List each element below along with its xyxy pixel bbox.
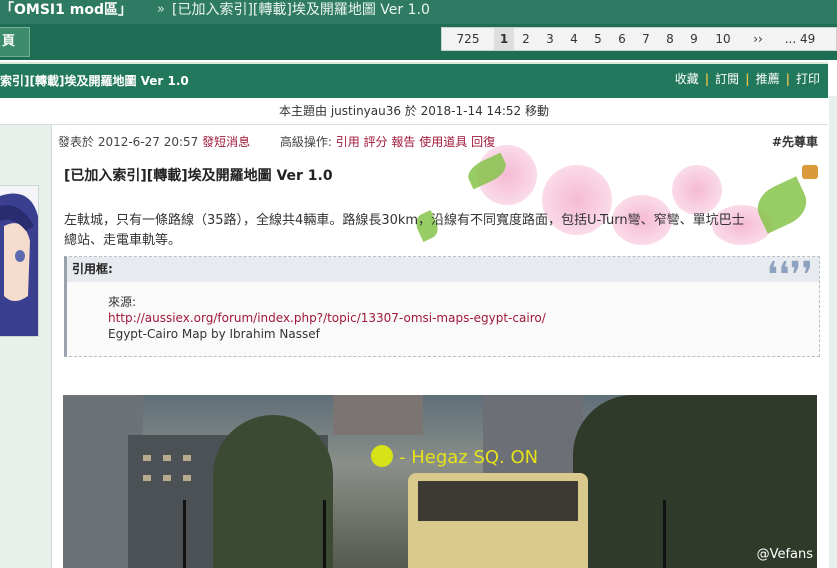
- pager-item[interactable]: 4: [562, 28, 586, 50]
- quote-header: 引用框:: [67, 257, 819, 282]
- pager-item[interactable]: 725: [442, 28, 494, 50]
- post-title: [已加入索引][轉載]埃及開羅地圖 Ver 1.0: [64, 168, 333, 184]
- post-text-line: 左軚城，只有一條路線（35路），全線共4輛車。路線長30km，沿線有不同寬度路面…: [64, 213, 745, 228]
- quote-credit: Egypt-Cairo Map by Ibrahim Nassef: [108, 327, 320, 341]
- reply-link[interactable]: 回復: [471, 135, 495, 149]
- advanced-ops-label: 高級操作:: [279, 135, 332, 149]
- quote-box: 引用框: ❛❛❜❜ 來源: http://aussiex.org/forum/i…: [64, 255, 820, 357]
- post-text: 左軚城，只有一條路線（35路），全線共4輛車。路線長30km，沿線有不同寬度路面…: [64, 211, 814, 251]
- report-link[interactable]: 報告: [391, 135, 415, 149]
- breadcrumb-bar: 「OMSI1 mod區」 » [已加入索引][轉載]埃及開羅地圖 Ver 1.0: [0, 0, 837, 24]
- street-lamp: [323, 500, 326, 568]
- breadcrumb-separator: »: [157, 2, 165, 17]
- pager-item[interactable]: 3: [538, 28, 562, 50]
- avatar[interactable]: [0, 185, 39, 337]
- pager-next[interactable]: ››: [740, 28, 776, 50]
- thread-title-bar: 索引][轉載]埃及開羅地圖 Ver 1.0 收藏 | 訂閱 | 推薦 | 打印: [0, 62, 828, 98]
- flower-decoration: [672, 165, 722, 215]
- toolbar-band: 頁 725 1 2 3 4 5 6 7 8 9 10 ›› ... 49: [0, 24, 837, 60]
- pager-item[interactable]: 10: [706, 28, 740, 50]
- moved-notice: 本主題由 justinyau36 於 2018-1-14 14:52 移動: [0, 98, 828, 125]
- user-sidebar: [0, 125, 52, 568]
- watermark: @Vefans: [756, 547, 813, 562]
- stop-icon: [371, 445, 393, 467]
- pager-current: 1: [494, 28, 514, 50]
- pager-item[interactable]: 5: [586, 28, 610, 50]
- back-button[interactable]: 頁: [0, 27, 30, 57]
- rate-link[interactable]: 評分: [364, 135, 388, 149]
- thumbs-up-icon[interactable]: [802, 165, 818, 179]
- quote-mark-icon: ❛❛❜❜: [766, 255, 813, 296]
- favorite-link[interactable]: 收藏: [675, 72, 699, 86]
- post-body: 發表於 2012-6-27 20:57 發短消息 高級操作: 引用 評分 報告 …: [52, 125, 828, 568]
- pager-item[interactable]: 9: [682, 28, 706, 50]
- tree: [573, 395, 817, 568]
- thread-title: 索引][轉載]埃及開羅地圖 Ver 1.0: [0, 74, 189, 88]
- pager-item[interactable]: 7: [634, 28, 658, 50]
- subscribe-link[interactable]: 訂閱: [715, 72, 739, 86]
- post-text-line: 總站、走電車軌等。: [64, 233, 182, 248]
- street-lamp: [183, 500, 186, 568]
- source-link[interactable]: http://aussiex.org/forum/index.php?/topi…: [108, 310, 819, 326]
- post-date: 發表於 2012-6-27 20:57: [58, 135, 199, 149]
- quote-link[interactable]: 引用: [336, 135, 360, 149]
- pager-item[interactable]: 2: [514, 28, 538, 50]
- tree: [213, 415, 333, 568]
- pager-item[interactable]: 8: [658, 28, 682, 50]
- use-item-link[interactable]: 使用道具: [419, 135, 467, 149]
- recommend-link[interactable]: 推薦: [756, 72, 780, 86]
- building-back: [333, 395, 423, 435]
- stop-sign-text: - Hegaz SQ. ON: [371, 445, 538, 468]
- breadcrumb-thread-title: [已加入索引][轉載]埃及開羅地圖 Ver 1.0: [172, 2, 430, 18]
- pagination: 725 1 2 3 4 5 6 7 8 9 10 ›› ... 49: [441, 27, 837, 51]
- breadcrumb-forum-link[interactable]: 「OMSI1 mod區」: [0, 0, 132, 20]
- quote-source-label: 來源:: [108, 295, 137, 309]
- print-link[interactable]: 打印: [796, 72, 820, 86]
- post-floor[interactable]: #先尊車: [772, 133, 818, 150]
- pager-item[interactable]: 6: [610, 28, 634, 50]
- send-pm-link[interactable]: 發短消息: [202, 135, 250, 149]
- quote-content: 來源: http://aussiex.org/forum/index.php?/…: [67, 282, 819, 342]
- bus: [408, 473, 588, 568]
- pager-last[interactable]: ... 49: [776, 28, 824, 50]
- post-meta: 發表於 2012-6-27 20:57 發短消息 高級操作: 引用 評分 報告 …: [58, 133, 495, 150]
- street-lamp: [663, 500, 666, 568]
- scrollbar[interactable]: [829, 96, 837, 568]
- post-screenshot-image[interactable]: - Hegaz SQ. ON @Vefans: [63, 395, 817, 568]
- thread-actions: 收藏 | 訂閱 | 推薦 | 打印: [674, 72, 820, 86]
